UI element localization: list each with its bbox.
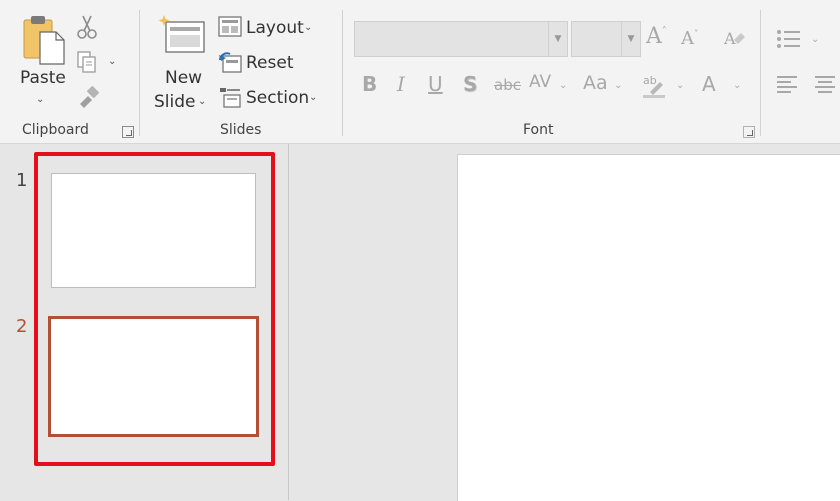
- slides-group-label: Slides: [220, 122, 262, 138]
- slide-thumbnail-pane: 1 2: [0, 144, 289, 500]
- align-center-icon[interactable]: [814, 74, 836, 96]
- slide-canvas[interactable]: [457, 154, 840, 501]
- cut-scissors-icon[interactable]: [76, 14, 98, 40]
- section-label: Section: [246, 88, 310, 108]
- layout-dropdown-chevron-icon: ⌄: [304, 22, 313, 33]
- slide-editing-area: [289, 144, 840, 501]
- highlight-color-dropdown-icon[interactable]: ⌄: [676, 80, 684, 91]
- underline-icon[interactable]: U: [428, 72, 443, 96]
- new-slide-button[interactable]: New Slide ⌄: [152, 12, 214, 116]
- section-dropdown-chevron-icon: ⌄: [309, 92, 318, 103]
- section-button[interactable]: Section ⌄: [218, 86, 322, 112]
- svg-text:A: A: [723, 29, 736, 48]
- reset-label: Reset: [246, 53, 294, 73]
- font-size-dropdown-arrow-icon[interactable]: ▼: [621, 22, 640, 56]
- section-icon: [220, 88, 241, 108]
- highlight-color-icon[interactable]: ab: [642, 72, 668, 98]
- ribbon-home-tab: Paste ⌄ ⌄ Clipboard New Slide ⌄ Layout ⌄…: [0, 0, 840, 144]
- strikethrough-icon[interactable]: abc: [494, 76, 521, 94]
- copy-dropdown-chevron-icon: ⌄: [108, 56, 117, 67]
- character-spacing-dropdown-icon[interactable]: ⌄: [559, 80, 567, 91]
- highlight-annotation-box: [34, 152, 275, 466]
- new-slide-dropdown-chevron-icon: ⌄: [198, 96, 207, 107]
- paste-dropdown-chevron-icon: ⌄: [36, 94, 45, 105]
- svg-text:ab: ab: [643, 74, 657, 87]
- font-color-dropdown-icon[interactable]: ⌄: [733, 80, 741, 91]
- group-separator: [760, 10, 761, 136]
- group-separator: [342, 10, 343, 136]
- font-name-dropdown-arrow-icon[interactable]: ▼: [548, 22, 567, 56]
- change-case-dropdown-icon[interactable]: ⌄: [614, 80, 622, 91]
- reset-button[interactable]: Reset: [218, 51, 298, 77]
- new-slide-label-line1: New: [165, 68, 203, 88]
- copy-icon: [77, 51, 96, 73]
- reset-icon: [219, 52, 242, 73]
- layout-button[interactable]: Layout ⌄: [218, 16, 318, 42]
- clipboard-dialog-launcher[interactable]: [122, 126, 134, 138]
- layout-icon: [218, 16, 242, 37]
- new-slide-icon: [158, 15, 205, 53]
- font-color-icon[interactable]: A: [702, 72, 716, 96]
- change-case-icon[interactable]: Aa: [583, 72, 608, 94]
- font-name-combobox[interactable]: ▼: [354, 21, 568, 57]
- text-shadow-icon[interactable]: S: [463, 72, 477, 96]
- paste-label: Paste: [20, 68, 66, 88]
- italic-icon[interactable]: I: [397, 72, 405, 96]
- copy-button[interactable]: ⌄: [76, 50, 122, 76]
- clipboard-group-label: Clipboard: [22, 122, 89, 138]
- bullets-icon[interactable]: [776, 28, 802, 50]
- clear-formatting-icon[interactable]: A: [722, 26, 746, 50]
- slide-number-1: 1: [16, 170, 28, 191]
- slide-number-2: 2: [16, 316, 28, 337]
- font-size-combobox[interactable]: ▼: [571, 21, 641, 57]
- bullets-dropdown-icon[interactable]: ⌄: [811, 34, 819, 45]
- layout-label: Layout: [246, 18, 304, 38]
- character-spacing-icon[interactable]: AV: [529, 72, 551, 92]
- bold-icon[interactable]: B: [362, 72, 377, 96]
- font-dialog-launcher[interactable]: [743, 126, 755, 138]
- font-group-label: Font: [523, 122, 554, 138]
- group-separator: [139, 10, 140, 136]
- paste-button[interactable]: Paste ⌄: [14, 12, 70, 110]
- align-left-icon[interactable]: [776, 74, 798, 96]
- format-painter-icon[interactable]: [76, 84, 102, 108]
- clipboard-paste-icon: [23, 16, 65, 65]
- increase-font-size-icon[interactable]: A˄: [646, 24, 667, 49]
- decrease-font-size-icon[interactable]: A˅: [681, 28, 699, 49]
- new-slide-label-line2: Slide: [154, 92, 196, 112]
